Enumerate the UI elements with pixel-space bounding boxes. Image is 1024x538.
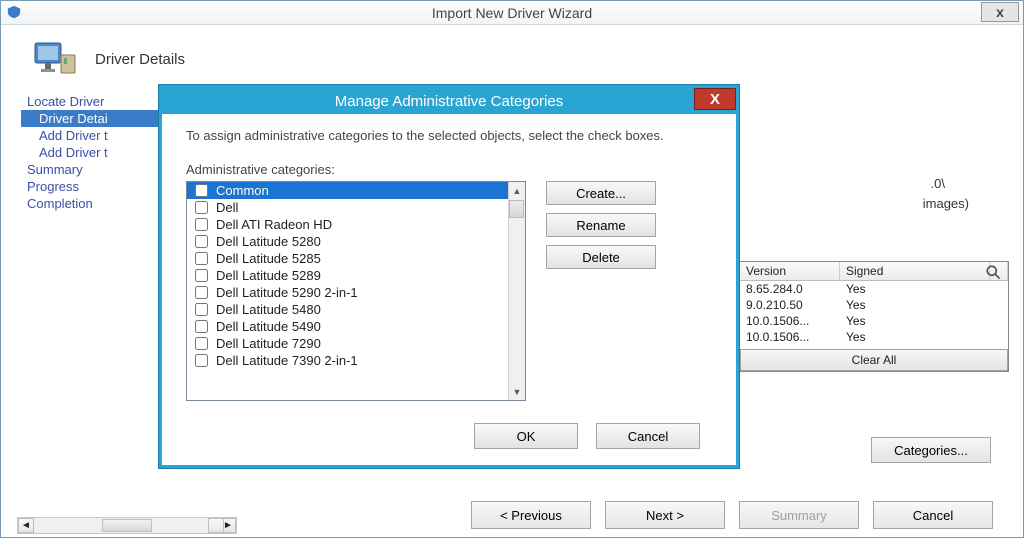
categories-list-label: Administrative categories:	[186, 162, 716, 177]
category-label: Dell ATI Radeon HD	[216, 217, 332, 232]
categories-button[interactable]: Categories...	[871, 437, 991, 463]
page-header: Driver Details	[1, 25, 1023, 93]
col-version[interactable]: Version	[740, 262, 840, 280]
step-driver-details[interactable]: Driver Detai	[21, 110, 161, 127]
category-label: Dell Latitude 7390 2-in-1	[216, 353, 358, 368]
create-button[interactable]: Create...	[546, 181, 656, 205]
category-label: Dell	[216, 200, 238, 215]
source-path-fragment: .0\	[931, 176, 945, 191]
scroll-right-inner[interactable]	[208, 518, 224, 533]
step-add-driver-1[interactable]: Add Driver t	[21, 127, 161, 144]
col-signed[interactable]: Signed	[840, 262, 990, 280]
category-label: Dell Latitude 5289	[216, 268, 321, 283]
category-checkbox[interactable]	[195, 235, 208, 248]
search-icon	[985, 264, 1003, 282]
category-item[interactable]: Dell	[187, 199, 525, 216]
table-row: 8.65.284.0Yes	[740, 281, 1008, 297]
titlebar: Import New Driver Wizard x	[1, 1, 1023, 25]
category-item[interactable]: Dell Latitude 7390 2-in-1	[187, 352, 525, 369]
category-label: Dell Latitude 5280	[216, 234, 321, 249]
category-item[interactable]: Dell Latitude 5289	[187, 267, 525, 284]
horizontal-scrollbar[interactable]: ◄ ►	[17, 517, 237, 534]
search-column[interactable]	[990, 262, 1008, 280]
dialog-title: Manage Administrative Categories	[335, 93, 563, 110]
category-checkbox[interactable]	[195, 286, 208, 299]
table-row: 9.0.210.50Yes	[740, 297, 1008, 313]
dialog-close-button[interactable]: X	[694, 88, 736, 110]
step-summary[interactable]: Summary	[21, 161, 161, 178]
table-row: 10.0.1506...Yes	[740, 329, 1008, 345]
category-action-buttons: Create... Rename Delete	[546, 181, 656, 401]
window-title: Import New Driver Wizard	[432, 5, 592, 21]
scroll-thumb[interactable]	[102, 519, 152, 532]
manage-categories-dialog: Manage Administrative Categories X To as…	[159, 85, 739, 468]
drivers-table: Version Signed 8.65.284.0Yes 9.0.210.50Y…	[739, 261, 1009, 372]
step-add-driver-2[interactable]: Add Driver t	[21, 144, 161, 161]
page-title: Driver Details	[95, 51, 185, 68]
category-checkbox[interactable]	[195, 218, 208, 231]
category-label: Dell Latitude 7290	[216, 336, 321, 351]
category-label: Common	[216, 183, 269, 198]
close-icon: X	[710, 91, 720, 108]
next-button[interactable]: Next >	[605, 501, 725, 529]
wizard-nav-buttons: < Previous Next > Summary Cancel	[471, 501, 993, 529]
previous-button[interactable]: < Previous	[471, 501, 591, 529]
scroll-thumb[interactable]	[509, 200, 524, 218]
ok-button[interactable]: OK	[474, 423, 578, 449]
images-fragment: images)	[923, 196, 969, 211]
delete-button[interactable]: Delete	[546, 245, 656, 269]
summary-button: Summary	[739, 501, 859, 529]
clear-all-button[interactable]: Clear All	[740, 349, 1008, 371]
driver-icon	[31, 35, 79, 83]
step-completion[interactable]: Completion	[21, 195, 161, 212]
step-locate-driver[interactable]: Locate Driver	[21, 93, 161, 110]
category-item[interactable]: Dell Latitude 7290	[187, 335, 525, 352]
dialog-titlebar: Manage Administrative Categories X	[162, 88, 736, 114]
wizard-steps: Locate Driver Driver Detai Add Driver t …	[21, 93, 161, 212]
scroll-down-arrow[interactable]: ▼	[509, 383, 525, 400]
table-row: 10.0.1506...Yes	[740, 313, 1008, 329]
category-label: Dell Latitude 5480	[216, 302, 321, 317]
scroll-up-arrow[interactable]: ▲	[509, 182, 525, 199]
dialog-instruction: To assign administrative categories to t…	[186, 128, 716, 144]
category-checkbox[interactable]	[195, 252, 208, 265]
category-item[interactable]: Dell ATI Radeon HD	[187, 216, 525, 233]
category-label: Dell Latitude 5490	[216, 319, 321, 334]
category-item[interactable]: Dell Latitude 5480	[187, 301, 525, 318]
dialog-cancel-button[interactable]: Cancel	[596, 423, 700, 449]
category-checkbox[interactable]	[195, 269, 208, 282]
close-icon: x	[996, 4, 1004, 20]
rename-button[interactable]: Rename	[546, 213, 656, 237]
category-checkbox[interactable]	[195, 320, 208, 333]
categories-listbox[interactable]: Common Dell Dell ATI Radeon HD Dell Lati…	[186, 181, 526, 401]
category-item[interactable]: Dell Latitude 5490	[187, 318, 525, 335]
category-checkbox[interactable]	[195, 354, 208, 367]
category-label: Dell Latitude 5285	[216, 251, 321, 266]
category-checkbox[interactable]	[195, 337, 208, 350]
step-progress[interactable]: Progress	[21, 178, 161, 195]
category-item[interactable]: Dell Latitude 5280	[187, 233, 525, 250]
category-item[interactable]: Common	[187, 182, 525, 199]
category-checkbox[interactable]	[195, 303, 208, 316]
list-vertical-scrollbar[interactable]: ▲ ▼	[508, 182, 525, 400]
app-icon	[7, 5, 21, 19]
close-button[interactable]: x	[981, 2, 1019, 22]
category-label: Dell Latitude 5290 2-in-1	[216, 285, 358, 300]
scroll-left-arrow[interactable]: ◄	[18, 518, 34, 533]
category-item[interactable]: Dell Latitude 5285	[187, 250, 525, 267]
cancel-button[interactable]: Cancel	[873, 501, 993, 529]
wizard-window: Import New Driver Wizard x Driver Detail…	[0, 0, 1024, 538]
category-checkbox[interactable]	[195, 184, 208, 197]
category-item[interactable]: Dell Latitude 5290 2-in-1	[187, 284, 525, 301]
category-checkbox[interactable]	[195, 201, 208, 214]
